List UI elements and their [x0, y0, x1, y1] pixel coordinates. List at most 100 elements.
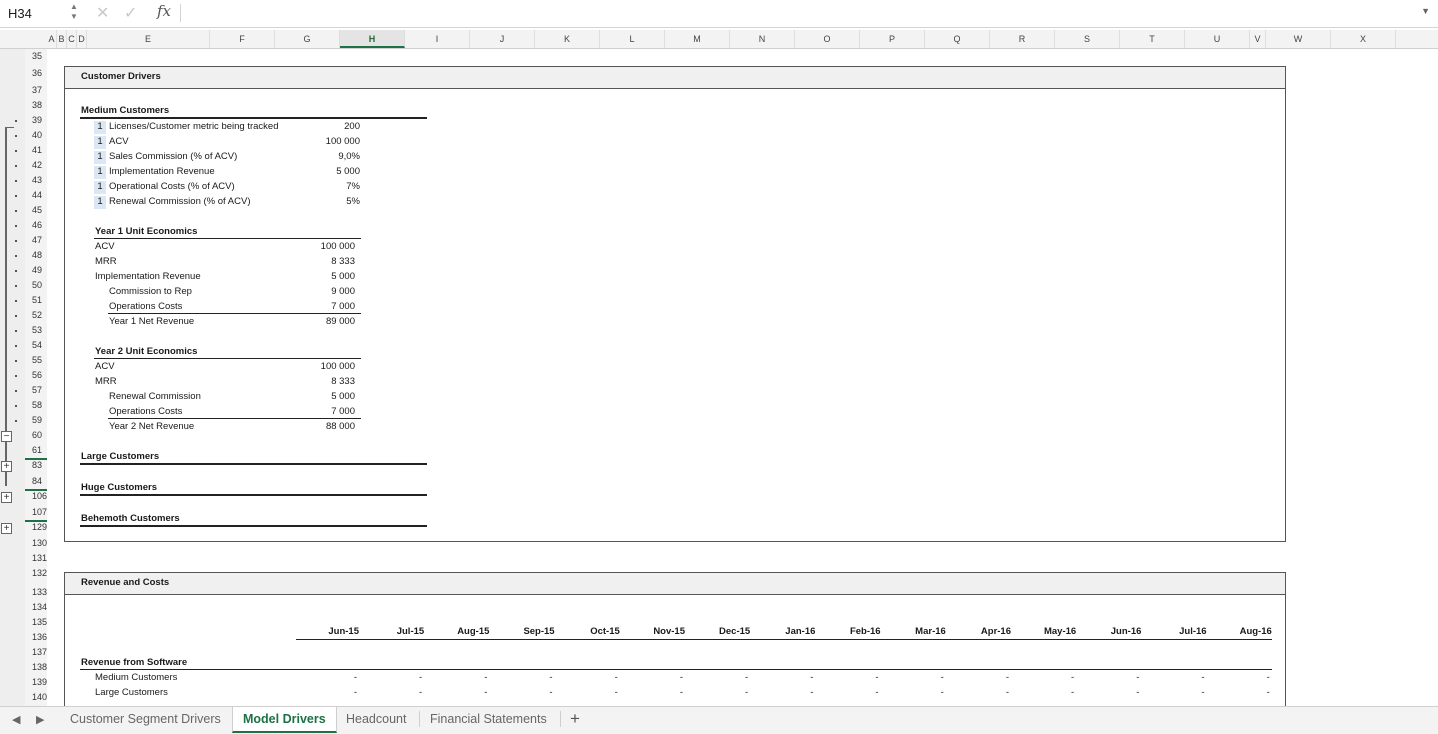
software-row-value[interactable]: - [362, 687, 422, 698]
tab-model-drivers[interactable]: Model Drivers [232, 707, 337, 733]
row-header-132[interactable]: 132 [25, 568, 47, 578]
row-header-37[interactable]: 37 [25, 85, 47, 95]
row-header-39[interactable]: 39 [25, 115, 47, 125]
month-header[interactable]: Oct-15 [560, 626, 620, 637]
next-sheet-icon[interactable]: ▶ [36, 713, 44, 726]
input-value[interactable]: 100 000 [297, 136, 360, 147]
input-index-cell[interactable]: 1 [94, 196, 106, 209]
month-header[interactable]: Aug-15 [429, 626, 489, 637]
month-header[interactable]: Jul-15 [364, 626, 424, 637]
software-row-value[interactable]: - [1014, 672, 1074, 683]
year2-row-value[interactable]: 5 000 [297, 391, 355, 402]
name-box-stepper-icon[interactable]: ▲ ▼ [68, 2, 80, 24]
column-header-g[interactable]: G [275, 30, 340, 48]
software-row-value[interactable]: - [884, 687, 944, 698]
software-row-value[interactable]: - [1079, 672, 1139, 683]
row-header-133[interactable]: 133 [25, 587, 47, 597]
tab-customer-segment-drivers[interactable]: Customer Segment Drivers [60, 707, 231, 731]
column-header-j[interactable]: J [470, 30, 535, 48]
row-header-38[interactable]: 38 [25, 100, 47, 110]
software-row-value[interactable]: - [819, 672, 878, 683]
row-header-55[interactable]: 55 [25, 355, 47, 365]
row-header-42[interactable]: 42 [25, 160, 47, 170]
column-header-t[interactable]: T [1120, 30, 1185, 48]
row-header-45[interactable]: 45 [25, 205, 47, 215]
year2-row-value[interactable]: 88 000 [297, 421, 355, 432]
month-header[interactable]: Nov-15 [625, 626, 685, 637]
column-header-w[interactable]: W [1266, 30, 1331, 48]
software-row-value[interactable]: - [558, 672, 618, 683]
month-header[interactable]: Dec-15 [690, 626, 750, 637]
column-header-b[interactable]: B [57, 30, 67, 48]
tab-headcount[interactable]: Headcount [336, 707, 416, 731]
row-header-106[interactable]: 106 [25, 491, 47, 501]
software-row-value[interactable]: - [362, 672, 422, 683]
software-row-value[interactable]: - [427, 687, 487, 698]
month-header[interactable]: Jun-16 [1081, 626, 1142, 637]
year1-row-value[interactable]: 7 000 [297, 301, 355, 312]
row-header-107[interactable]: 107 [25, 507, 47, 517]
year2-row-value[interactable]: 7 000 [297, 406, 355, 417]
sheet-grid[interactable]: Customer Drivers Medium Customers 1 Licen… [47, 49, 1438, 706]
row-header-52[interactable]: 52 [25, 310, 47, 320]
month-header[interactable]: Mar-16 [886, 626, 946, 637]
software-row-value[interactable]: - [297, 687, 357, 698]
software-row-value[interactable]: - [753, 672, 813, 683]
input-value[interactable]: 200 [297, 121, 360, 132]
column-header-d[interactable]: D [77, 30, 87, 48]
month-header[interactable]: Apr-16 [951, 626, 1011, 637]
row-header-58[interactable]: 58 [25, 400, 47, 410]
month-header[interactable]: Jun-15 [299, 626, 359, 637]
column-header-p[interactable]: P [860, 30, 925, 48]
software-row-value[interactable]: - [558, 687, 618, 698]
row-header-35[interactable]: 35 [25, 51, 47, 61]
month-header[interactable]: Jul-16 [1147, 626, 1206, 637]
column-header-a[interactable]: A [47, 30, 57, 48]
column-header-q[interactable]: Q [925, 30, 990, 48]
row-header-57[interactable]: 57 [25, 385, 47, 395]
input-value[interactable]: 5% [297, 196, 360, 207]
column-header-c[interactable]: C [67, 30, 77, 48]
input-value[interactable]: 7% [297, 181, 360, 192]
year1-row-value[interactable]: 100 000 [297, 241, 355, 252]
column-header-h[interactable]: H [340, 30, 405, 48]
row-header-46[interactable]: 46 [25, 220, 47, 230]
outline-expand-button[interactable]: + [1, 523, 12, 534]
year1-row-value[interactable]: 8 333 [297, 256, 355, 267]
row-header-131[interactable]: 131 [25, 553, 47, 563]
row-header-137[interactable]: 137 [25, 647, 47, 657]
outline-expand-button[interactable]: + [1, 492, 12, 503]
column-header-r[interactable]: R [990, 30, 1055, 48]
input-value[interactable]: 9,0% [297, 151, 360, 162]
row-header-83[interactable]: 83 [25, 460, 47, 470]
month-header[interactable]: Feb-16 [821, 626, 881, 637]
row-header-49[interactable]: 49 [25, 265, 47, 275]
column-header-u[interactable]: U [1185, 30, 1250, 48]
expand-formula-icon[interactable]: ▼ [1421, 6, 1430, 16]
row-header-140[interactable]: 140 [25, 692, 47, 702]
input-value[interactable]: 5 000 [297, 166, 360, 177]
row-header-84[interactable]: 84 [25, 476, 47, 486]
software-row-value[interactable]: - [753, 687, 813, 698]
column-header-k[interactable]: K [535, 30, 600, 48]
row-header-50[interactable]: 50 [25, 280, 47, 290]
input-index-cell[interactable]: 1 [94, 136, 106, 149]
software-row-value[interactable]: - [949, 672, 1009, 683]
outline-collapse-button[interactable]: − [1, 431, 12, 442]
add-sheet-button[interactable]: + [570, 709, 580, 729]
row-header-56[interactable]: 56 [25, 370, 47, 380]
row-header-43[interactable]: 43 [25, 175, 47, 185]
row-header-41[interactable]: 41 [25, 145, 47, 155]
software-row-value[interactable]: - [427, 672, 487, 683]
row-header-135[interactable]: 135 [25, 617, 47, 627]
software-row-value[interactable]: - [1079, 687, 1139, 698]
year2-row-value[interactable]: 8 333 [297, 376, 355, 387]
column-header-s[interactable]: S [1055, 30, 1120, 48]
row-header-129[interactable]: 129 [25, 522, 47, 532]
software-row-value[interactable]: - [623, 672, 683, 683]
row-header-138[interactable]: 138 [25, 662, 47, 672]
software-row-value[interactable]: - [623, 687, 683, 698]
software-row-value[interactable]: - [493, 687, 552, 698]
software-row-value[interactable]: - [1210, 687, 1270, 698]
outline-expand-button[interactable]: + [1, 461, 12, 472]
